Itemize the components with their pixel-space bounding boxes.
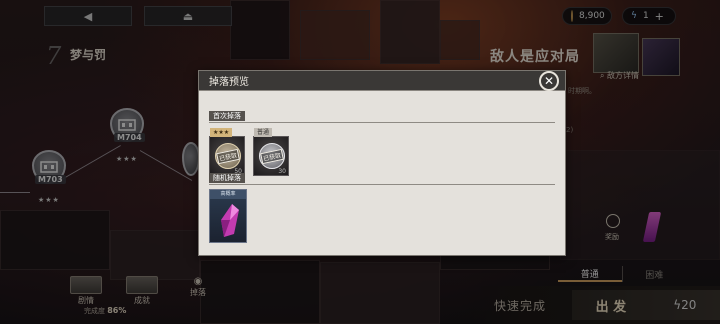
rarity-tag: 普通	[254, 128, 273, 137]
section-label: 首次掉落	[209, 111, 245, 121]
close-button[interactable]: ✕	[539, 71, 559, 91]
crystal-icon	[221, 204, 239, 237]
random-drop-section: 随机掉落 高概率	[209, 165, 555, 243]
rarity-tag: ★★★	[210, 128, 233, 137]
divider	[209, 184, 555, 185]
dialog-header: 掉落预览	[199, 71, 565, 91]
dialog-title: 掉落预览	[209, 77, 249, 88]
drop-item[interactable]: 高概率	[209, 189, 247, 243]
drop-preview-dialog: 掉落预览 ✕ 首次掉落 ★★★ 已获取 50 普通 已获取 30 随机掉落 高概…	[198, 70, 566, 256]
section-label: 随机掉落	[209, 173, 245, 183]
close-icon: ✕	[543, 74, 555, 88]
divider	[209, 122, 555, 123]
obtained-stamp: 已获取	[260, 148, 284, 164]
obtained-stamp: 已获取	[216, 148, 240, 164]
